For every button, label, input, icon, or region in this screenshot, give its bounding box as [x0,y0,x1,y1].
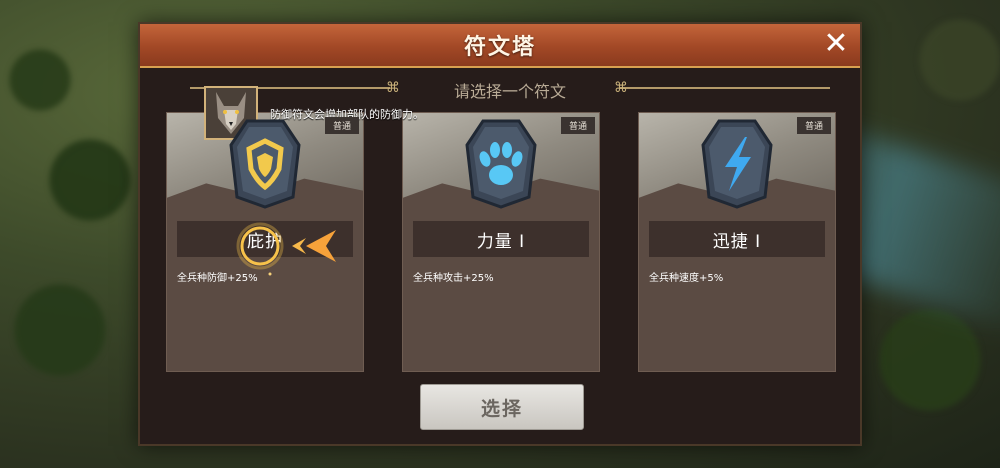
close-icon[interactable]: ✕ [822,29,850,59]
shield-rune-icon [229,119,301,209]
rune-effect: 全兵种攻击+25% [413,273,494,284]
lightning-rune-icon [701,119,773,209]
dialog-titlebar: 符文塔 ✕ [140,24,860,68]
rarity-tag: 普通 [324,117,359,134]
card-art: 普通 [639,113,835,217]
select-button[interactable]: 选择 [420,384,584,430]
paw-rune-icon [465,119,537,209]
rune-effect: 全兵种速度+5% [649,273,724,284]
rune-name: 力量 I [476,231,526,252]
dialog-title: 符文塔 [463,35,536,60]
rune-name: 迅捷 I [712,231,762,252]
rarity-tag: 普通 [796,117,831,134]
rune-name-bar: 迅捷 I [649,221,825,257]
tutorial-pointer-icon [236,222,336,276]
select-button-label: 选择 [480,397,523,420]
rune-name-bar: 力量 I [413,221,589,257]
rune-tower-dialog: 符文塔 ✕ ⌘ ⌘ 请选择一个符文 普通 庇护 全兵种防御+25% 普通 力量 … [138,22,862,446]
rune-card-strength[interactable]: 普通 力量 I 全兵种攻击+25% [402,112,600,372]
rune-card-swiftness[interactable]: 普通 迅捷 I 全兵种速度+5% [638,112,836,372]
rarity-tag: 普通 [560,117,595,134]
card-art: 普通 [167,113,363,217]
